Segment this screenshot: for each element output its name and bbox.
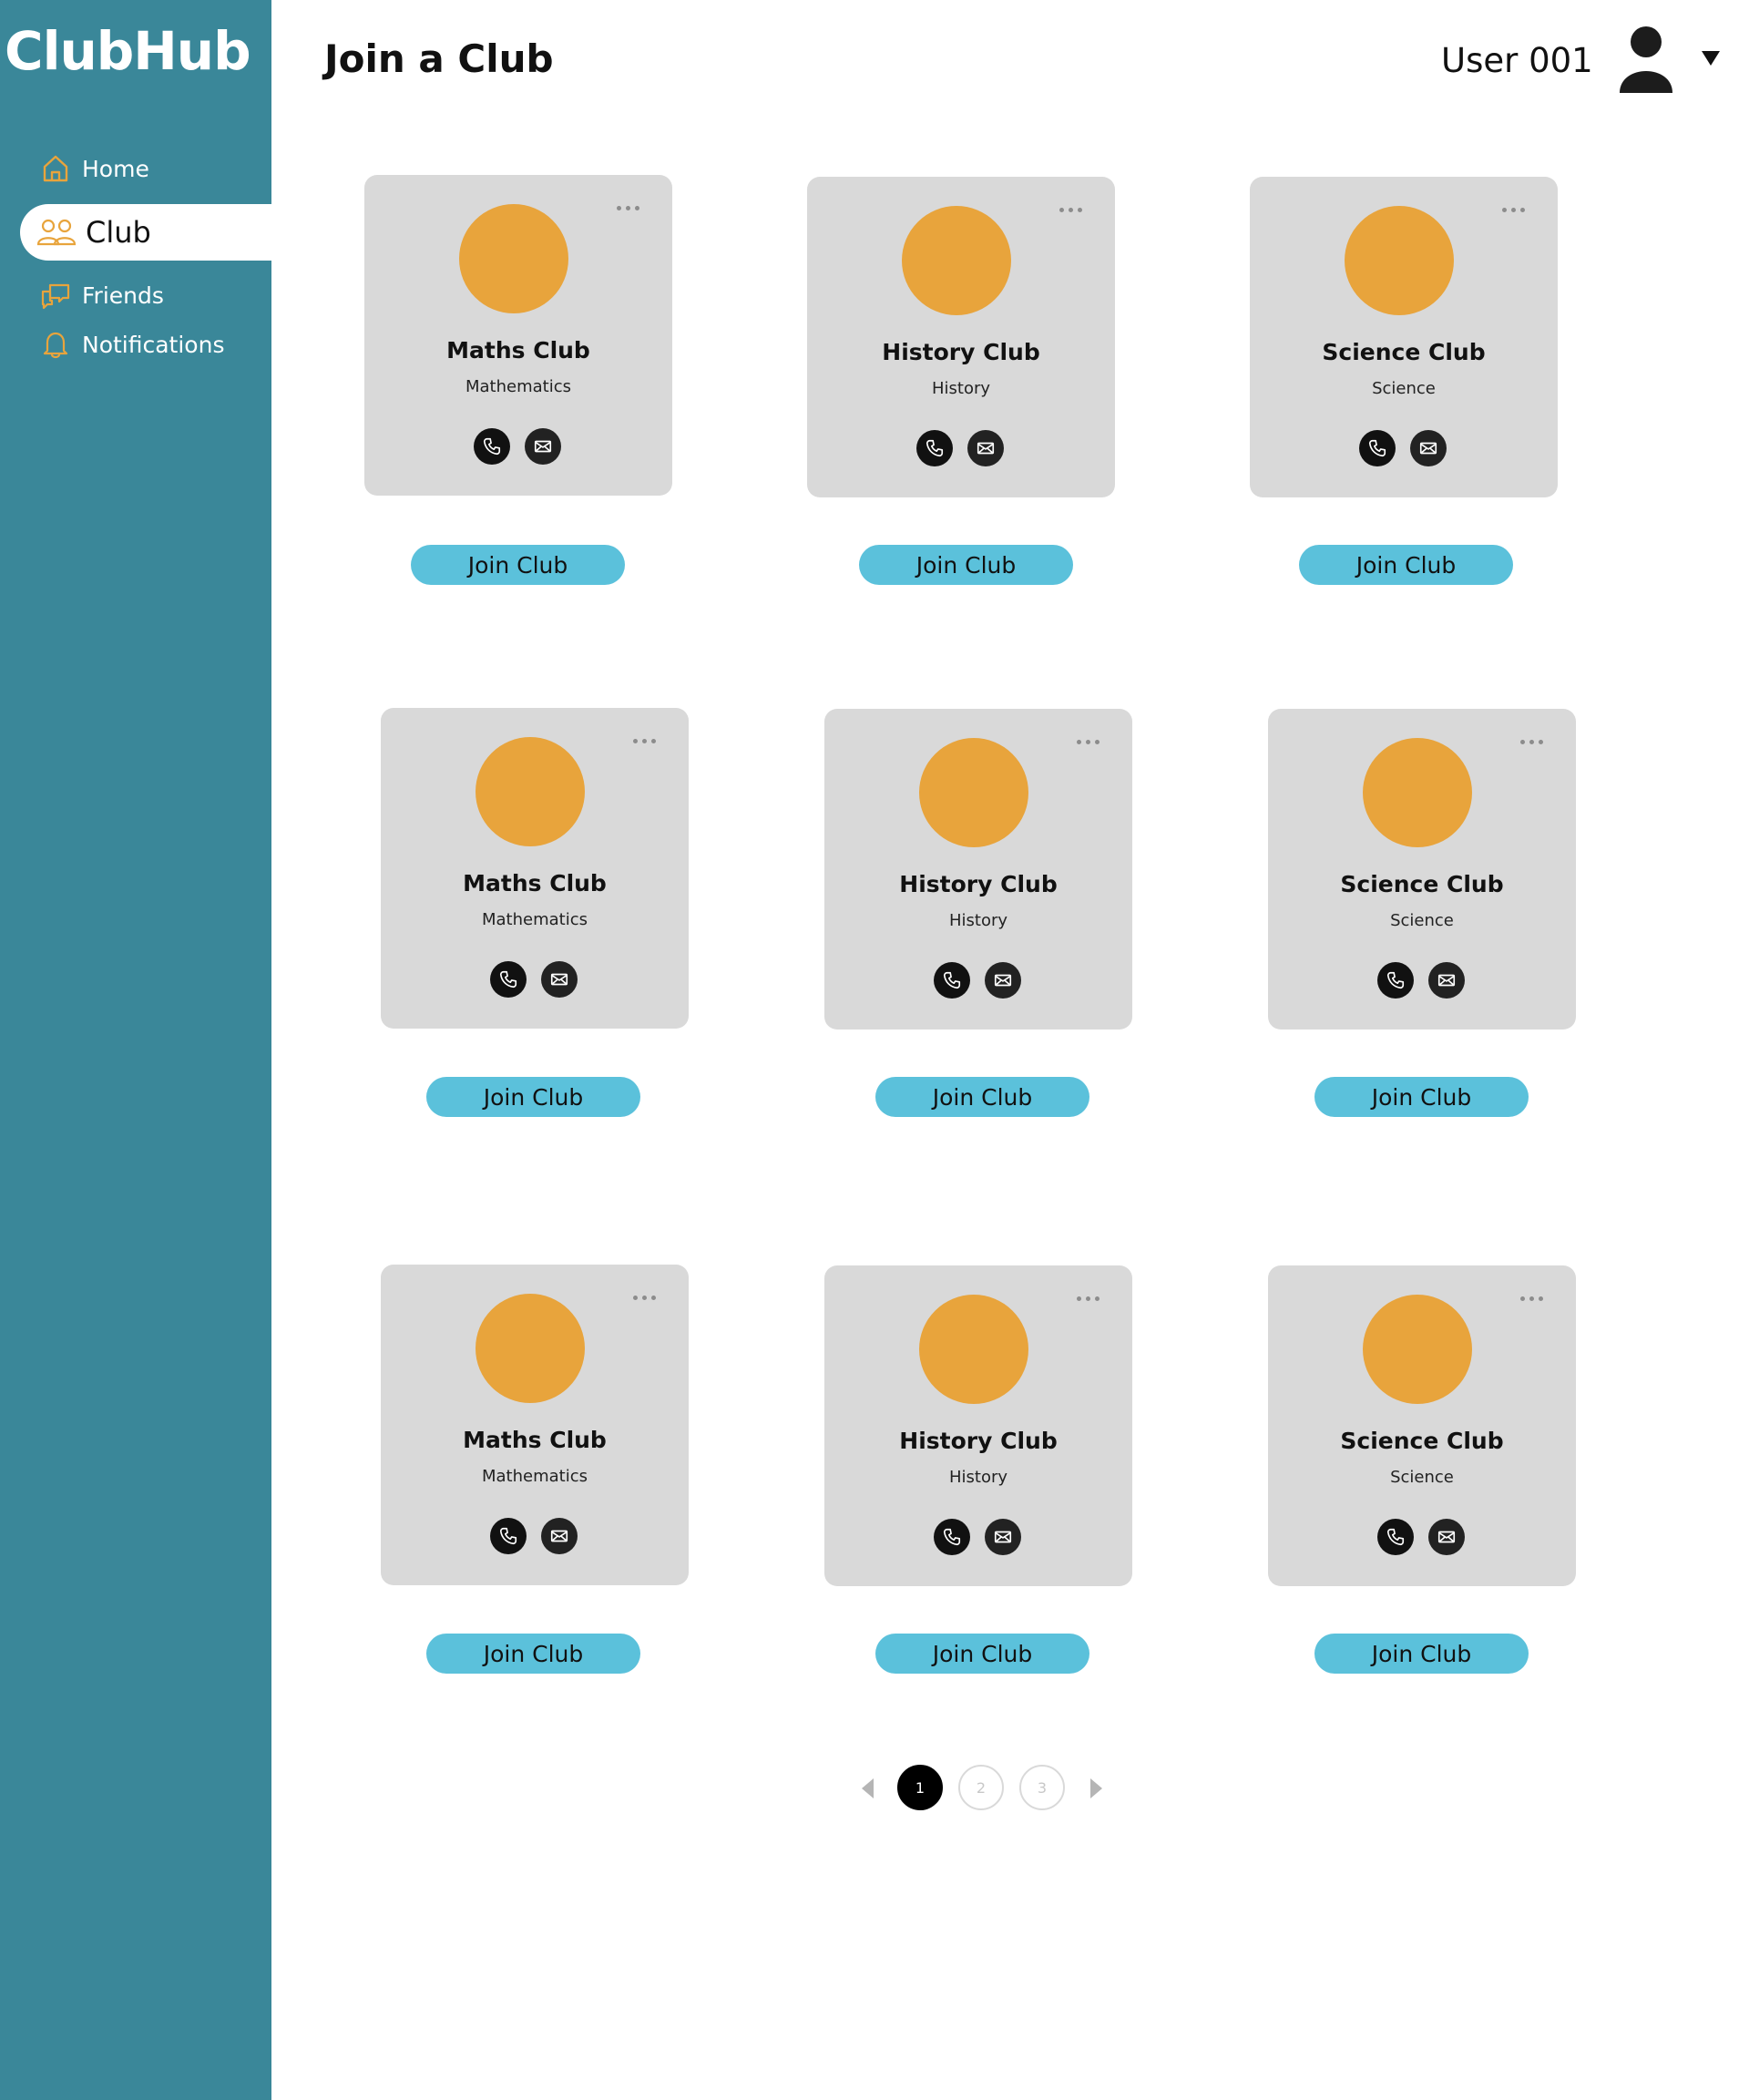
club-avatar [476,737,585,846]
mail-icon[interactable] [1428,962,1465,999]
club-avatar [1345,206,1454,315]
more-options-icon[interactable] [1517,736,1547,748]
phone-icon[interactable] [916,430,953,466]
join-club-button[interactable]: Join Club [426,1077,640,1117]
mail-icon[interactable] [1428,1519,1465,1555]
club-subject: History [931,379,991,398]
phone-icon[interactable] [490,1518,527,1554]
sidebar-item-home[interactable]: Home [40,153,149,184]
page-button-3[interactable]: 3 [1019,1765,1065,1810]
club-subject: Science [1390,911,1454,930]
club-card: Science Club Science [1250,177,1558,497]
club-name: Maths Club [446,337,590,364]
more-options-icon[interactable] [1056,204,1086,216]
chat-icon [40,280,71,311]
mail-icon[interactable] [525,428,561,465]
club-card: Science Club Science [1268,1265,1576,1586]
club-card: History Club History [824,1265,1132,1586]
mail-icon[interactable] [1410,430,1447,466]
phone-icon[interactable] [1377,962,1414,999]
phone-icon[interactable] [934,1519,970,1555]
club-avatar [1363,738,1472,847]
club-subject: History [948,911,1008,930]
chevron-right-icon[interactable] [1090,1778,1102,1798]
more-options-icon[interactable] [629,735,660,747]
club-name: History Club [899,871,1058,897]
join-club-button[interactable]: Join Club [1314,1077,1529,1117]
more-options-icon[interactable] [613,202,643,214]
sidebar-item-label: Friends [82,282,164,309]
club-name: Maths Club [463,870,607,896]
club-name: Maths Club [463,1427,607,1453]
club-avatar [1363,1295,1472,1404]
join-club-button[interactable]: Join Club [1299,545,1513,585]
mail-icon[interactable] [985,962,1021,999]
club-card: Maths Club Mathematics [381,708,689,1029]
sidebar-item-label: Notifications [82,331,225,358]
phone-icon[interactable] [1359,430,1396,466]
club-avatar [902,206,1011,315]
club-name: History Club [899,1428,1058,1454]
club-subject: Mathematics [482,1467,588,1486]
username: User 001 [1441,41,1593,80]
club-name: History Club [882,339,1040,365]
club-avatar [919,738,1028,847]
join-club-button[interactable]: Join Club [859,545,1073,585]
phone-icon[interactable] [474,428,510,465]
join-club-button[interactable]: Join Club [875,1634,1089,1674]
more-options-icon[interactable] [1517,1293,1547,1305]
page-title: Join a Club [324,36,554,81]
app-root: ClubHub Home Club Friends Notifications … [0,0,1749,2100]
club-subject: Science [1372,379,1436,398]
more-options-icon[interactable] [1073,736,1103,748]
club-card: Maths Club Mathematics [381,1265,689,1585]
mail-icon[interactable] [541,961,578,998]
join-club-button[interactable]: Join Club [875,1077,1089,1117]
mail-icon[interactable] [985,1519,1021,1555]
club-subject: Mathematics [482,910,588,929]
club-avatar [459,204,568,313]
phone-icon[interactable] [934,962,970,999]
more-options-icon[interactable] [1498,204,1529,216]
more-options-icon[interactable] [1073,1293,1103,1305]
club-subject: History [948,1468,1008,1487]
club-avatar [476,1294,585,1403]
page-button-2[interactable]: 2 [958,1765,1004,1810]
join-club-button[interactable]: Join Club [1314,1634,1529,1674]
user-avatar-icon[interactable] [1616,24,1676,93]
club-subject: Mathematics [465,377,571,396]
page-button-1[interactable]: 1 [897,1765,943,1810]
club-name: Science Club [1340,1428,1504,1454]
home-icon [40,153,71,184]
sidebar-item-label: Club [86,215,151,250]
chevron-left-icon[interactable] [862,1778,874,1798]
club-name: Science Club [1340,871,1504,897]
club-card: History Club History [807,177,1115,497]
phone-icon[interactable] [1377,1519,1414,1555]
sidebar-item-club[interactable]: Club [20,204,271,261]
club-card: Science Club Science [1268,709,1576,1030]
app-logo[interactable]: ClubHub [5,20,251,82]
caret-down-icon[interactable] [1702,51,1720,66]
sidebar-item-friends[interactable]: Friends [40,280,164,311]
more-options-icon[interactable] [629,1292,660,1304]
join-club-button[interactable]: Join Club [426,1634,640,1674]
club-subject: Science [1390,1468,1454,1487]
mail-icon[interactable] [967,430,1004,466]
mail-icon[interactable] [541,1518,578,1554]
club-card: Maths Club Mathematics [364,175,672,496]
club-avatar [919,1295,1028,1404]
club-card: History Club History [824,709,1132,1030]
bell-icon [40,329,71,360]
phone-icon[interactable] [490,961,527,998]
sidebar-item-notifications[interactable]: Notifications [40,329,224,360]
users-icon [36,217,77,248]
sidebar: ClubHub Home Club Friends Notifications [0,0,271,2100]
club-name: Science Club [1322,339,1486,365]
sidebar-item-label: Home [82,155,149,182]
join-club-button[interactable]: Join Club [411,545,625,585]
